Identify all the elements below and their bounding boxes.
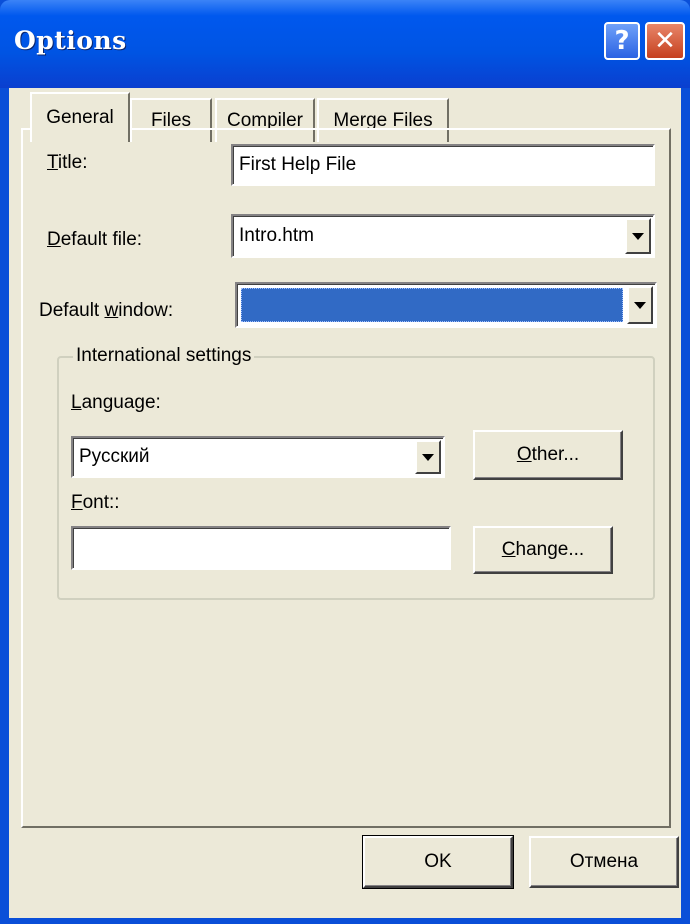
other-language-button[interactable]: Other...: [473, 430, 623, 480]
language-value: Русский: [79, 446, 150, 467]
font-input[interactable]: [71, 526, 451, 570]
international-settings-group: International settings Language: Русский…: [57, 345, 655, 600]
default-file-value: Intro.htm: [239, 225, 314, 246]
change-button-label: Change...: [501, 539, 585, 560]
default-file-label: Default file:: [47, 229, 143, 250]
help-button[interactable]: ?: [604, 22, 640, 60]
title-label: Title:: [47, 152, 88, 173]
chevron-down-icon: [634, 301, 646, 309]
chevron-down-icon: [632, 232, 644, 240]
ok-button-label: OK: [424, 851, 452, 872]
title-input-value: First Help File: [239, 154, 357, 175]
default-window-label: Default window:: [39, 300, 174, 321]
chevron-down-icon: [422, 453, 434, 461]
default-file-select[interactable]: Intro.htm: [231, 214, 655, 258]
title-bar[interactable]: Options ? ✕: [0, 0, 690, 88]
default-file-dropdown-button[interactable]: [625, 218, 651, 254]
change-font-button[interactable]: Change...: [473, 526, 613, 574]
default-window-dropdown-button[interactable]: [627, 286, 653, 324]
language-select[interactable]: Русский: [71, 436, 445, 478]
default-window-selection: [241, 288, 623, 322]
other-button-label: Other...: [516, 444, 580, 465]
dialog-body: General Files Compiler Merge Files Title…: [9, 88, 681, 918]
cancel-button[interactable]: Отмена: [529, 836, 679, 888]
ok-button[interactable]: OK: [362, 835, 514, 889]
title-input[interactable]: First Help File: [231, 144, 655, 186]
default-window-select[interactable]: [235, 282, 657, 328]
close-icon: ✕: [654, 26, 676, 56]
window-title: Options: [14, 26, 127, 55]
tab-general-label: General: [46, 107, 114, 128]
general-tab-panel: Title: First Help File Default file: Int…: [21, 128, 671, 828]
options-dialog: Options ? ✕ General Files Compiler Merge…: [0, 0, 690, 924]
tab-general[interactable]: General: [30, 92, 130, 142]
language-label: Language:: [71, 392, 161, 413]
close-button[interactable]: ✕: [645, 22, 685, 60]
font-label: Font::: [71, 492, 120, 513]
language-dropdown-button[interactable]: [415, 440, 441, 474]
international-settings-legend: International settings: [73, 345, 255, 367]
help-icon: ?: [614, 26, 630, 56]
cancel-button-label: Отмена: [569, 851, 639, 872]
